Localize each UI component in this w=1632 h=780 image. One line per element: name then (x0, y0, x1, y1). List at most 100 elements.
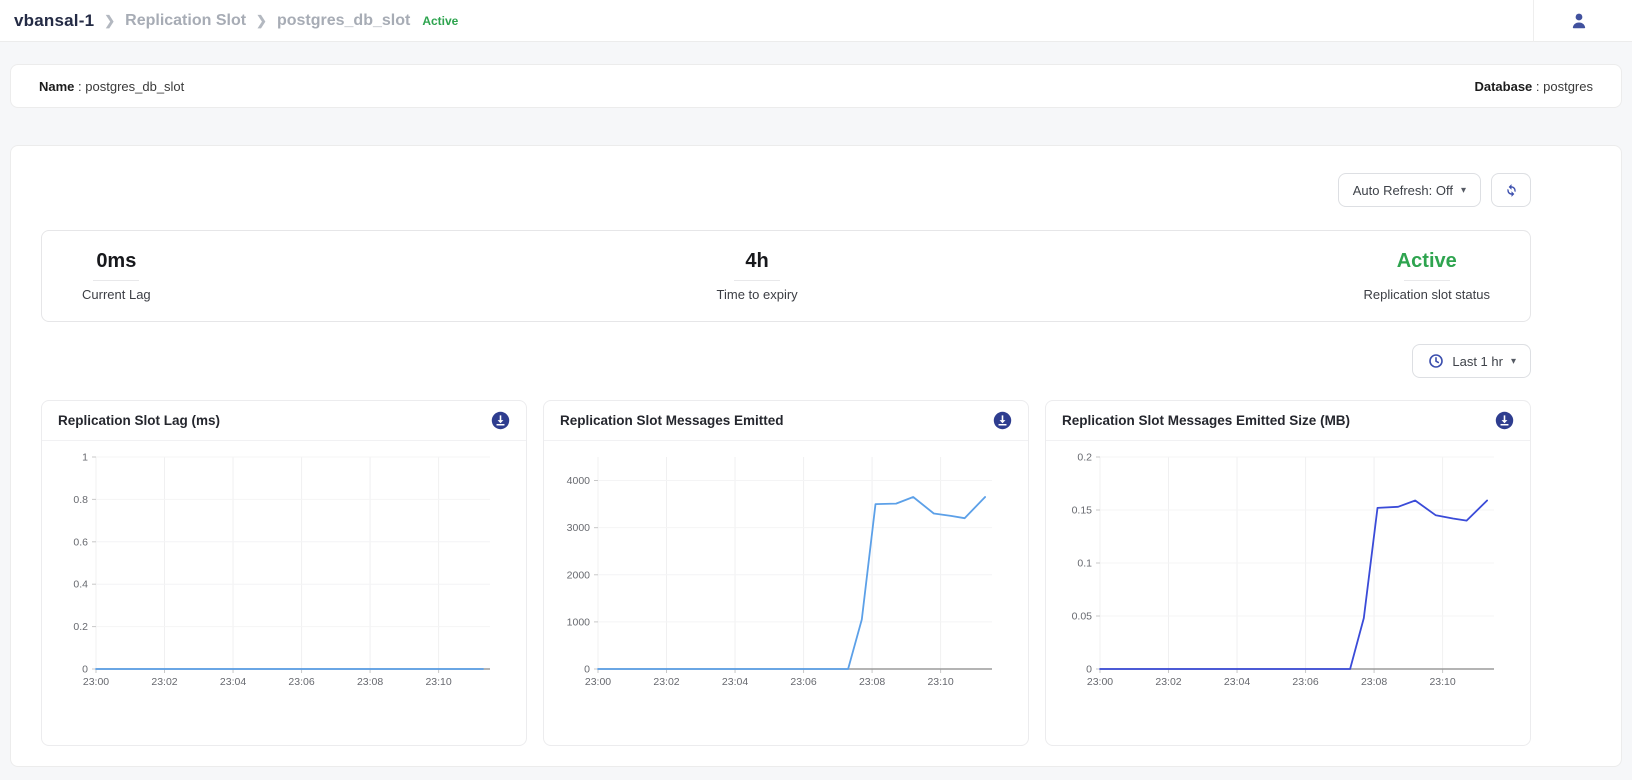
database-field: Database : postgres (1474, 79, 1593, 94)
svg-text:23:04: 23:04 (722, 676, 748, 688)
refresh-button[interactable] (1491, 173, 1531, 207)
svg-text:0.4: 0.4 (73, 579, 88, 591)
database-label: Database (1474, 79, 1532, 94)
download-icon[interactable] (1495, 411, 1514, 430)
user-icon[interactable] (1568, 10, 1590, 32)
svg-text:23:08: 23:08 (357, 676, 383, 688)
breadcrumb-section[interactable]: Replication Slot (125, 12, 246, 30)
chart-plot: 23:00 23:02 23:04 23:06 23:08 23:10 0 0.05 0.1 0.… (1046, 441, 1530, 700)
svg-text:0.1: 0.1 (1077, 558, 1092, 570)
svg-text:0.8: 0.8 (73, 494, 88, 506)
stat-divider (734, 280, 780, 281)
svg-text:23:00: 23:00 (1087, 676, 1113, 688)
colon-separator: : (1532, 79, 1543, 94)
clock-icon (1427, 353, 1444, 370)
stat-label: Replication slot status (1364, 287, 1490, 302)
svg-text:4000: 4000 (567, 475, 591, 487)
slot-info-bar: Name : postgres_db_slot Database : postg… (10, 64, 1622, 108)
svg-text:0: 0 (82, 664, 88, 676)
svg-text:23:10: 23:10 (927, 676, 953, 688)
svg-text:23:08: 23:08 (1361, 676, 1387, 688)
chart-plot: 23:00 23:02 23:04 23:06 23:08 23:10 0 1000 2000 3… (544, 441, 1028, 700)
svg-text:23:06: 23:06 (790, 676, 816, 688)
svg-text:23:02: 23:02 (653, 676, 679, 688)
slot-name-value: postgres_db_slot (85, 79, 184, 94)
svg-text:0.05: 0.05 (1072, 611, 1093, 623)
svg-text:1000: 1000 (567, 616, 591, 628)
stat-label: Current Lag (82, 287, 151, 302)
chevron-right-icon: ❯ (256, 13, 267, 29)
chart-card-messages: Replication Slot Messages Emitted 23:002… (543, 400, 1029, 746)
svg-text:0: 0 (1086, 664, 1092, 676)
app-root: vbansal-1 ❯ Replication Slot ❯ postgres_… (0, 0, 1632, 767)
chart-header: Replication Slot Messages Emitted (544, 401, 1028, 441)
svg-text:23:10: 23:10 (1429, 676, 1455, 688)
svg-text:0.2: 0.2 (1077, 452, 1092, 464)
refresh-icon (1503, 182, 1520, 199)
stat-divider (93, 280, 139, 281)
stat-label: Time to expiry (717, 287, 798, 302)
auto-refresh-label: Auto Refresh: Off (1353, 183, 1453, 198)
chart-canvas: 23:00 23:02 23:04 23:06 23:08 23:10 0 1000 2000 3… (550, 445, 1008, 695)
chart-canvas: 23:00 23:02 23:04 23:06 23:08 23:10 0 0.05 0.1 0.… (1052, 445, 1510, 695)
breadcrumb: vbansal-1 ❯ Replication Slot ❯ postgres_… (14, 11, 458, 31)
svg-text:0.6: 0.6 (73, 536, 88, 548)
caret-down-icon: ▾ (1511, 356, 1516, 367)
breadcrumb-slot-name[interactable]: postgres_db_slot (277, 12, 410, 30)
chart-title: Replication Slot Messages Emitted (560, 413, 784, 428)
stat-value: Active (1397, 250, 1457, 273)
database-value: postgres (1543, 79, 1593, 94)
svg-text:23:06: 23:06 (288, 676, 314, 688)
svg-text:2000: 2000 (567, 569, 591, 581)
stat-divider (1404, 280, 1450, 281)
svg-text:23:10: 23:10 (425, 676, 451, 688)
top-bar: vbansal-1 ❯ Replication Slot ❯ postgres_… (0, 0, 1632, 42)
dashboard-content: Auto Refresh: Off ▾ 0ms Current Lag (41, 172, 1531, 746)
colon-separator: : (74, 79, 85, 94)
svg-text:1: 1 (82, 452, 88, 464)
divider (1533, 0, 1534, 42)
chart-card-messages-size: Replication Slot Messages Emitted Size (… (1045, 400, 1531, 746)
time-range-label: Last 1 hr (1452, 354, 1503, 369)
topbar-right (1533, 0, 1618, 41)
svg-text:23:02: 23:02 (151, 676, 177, 688)
svg-text:23:04: 23:04 (1224, 676, 1250, 688)
svg-text:23:02: 23:02 (1155, 676, 1181, 688)
auto-refresh-dropdown[interactable]: Auto Refresh: Off ▾ (1338, 173, 1481, 207)
slot-name-field: Name : postgres_db_slot (39, 79, 184, 94)
svg-text:23:06: 23:06 (1292, 676, 1318, 688)
chart-card-lag: Replication Slot Lag (ms) 23:0023:0223:0… (41, 400, 527, 746)
stat-value: 0ms (96, 250, 136, 273)
svg-text:3000: 3000 (567, 522, 591, 534)
svg-text:23:08: 23:08 (859, 676, 885, 688)
chart-title: Replication Slot Lag (ms) (58, 413, 220, 428)
refresh-toolbar: Auto Refresh: Off ▾ (41, 172, 1531, 208)
stat-value: 4h (745, 250, 768, 273)
download-icon[interactable] (491, 411, 510, 430)
time-range-dropdown[interactable]: Last 1 hr ▾ (1412, 344, 1531, 378)
stat-slot-status: Active Replication slot status (1364, 250, 1490, 302)
stat-time-to-expiry: 4h Time to expiry (717, 250, 798, 302)
time-range-row: Last 1 hr ▾ (41, 344, 1531, 378)
chevron-right-icon: ❯ (104, 13, 115, 29)
dashboard-card: Auto Refresh: Off ▾ 0ms Current Lag (10, 145, 1622, 767)
status-badge: Active (422, 14, 458, 28)
svg-text:0.15: 0.15 (1072, 505, 1093, 517)
svg-text:23:04: 23:04 (220, 676, 246, 688)
chart-plot: 23:00 23:02 23:04 23:06 23:08 23:10 0 0.2 0.4 0.6… (42, 441, 526, 700)
breadcrumb-cluster-name[interactable]: vbansal-1 (14, 11, 94, 31)
chart-title: Replication Slot Messages Emitted Size (… (1062, 413, 1350, 428)
svg-text:23:00: 23:00 (83, 676, 109, 688)
chart-header: Replication Slot Lag (ms) (42, 401, 526, 441)
svg-text:23:00: 23:00 (585, 676, 611, 688)
svg-text:0.2: 0.2 (73, 621, 88, 633)
charts-row: Replication Slot Lag (ms) 23:0023:0223:0… (41, 400, 1531, 746)
svg-text:0: 0 (584, 664, 590, 676)
caret-down-icon: ▾ (1461, 185, 1466, 196)
chart-header: Replication Slot Messages Emitted Size (… (1046, 401, 1530, 441)
stats-summary-card: 0ms Current Lag 4h Time to expiry Active… (41, 230, 1531, 322)
slot-name-label: Name (39, 79, 74, 94)
chart-canvas: 23:00 23:02 23:04 23:06 23:08 23:10 0 0.2 0.4 0.6… (48, 445, 506, 695)
stat-current-lag: 0ms Current Lag (82, 250, 151, 302)
download-icon[interactable] (993, 411, 1012, 430)
